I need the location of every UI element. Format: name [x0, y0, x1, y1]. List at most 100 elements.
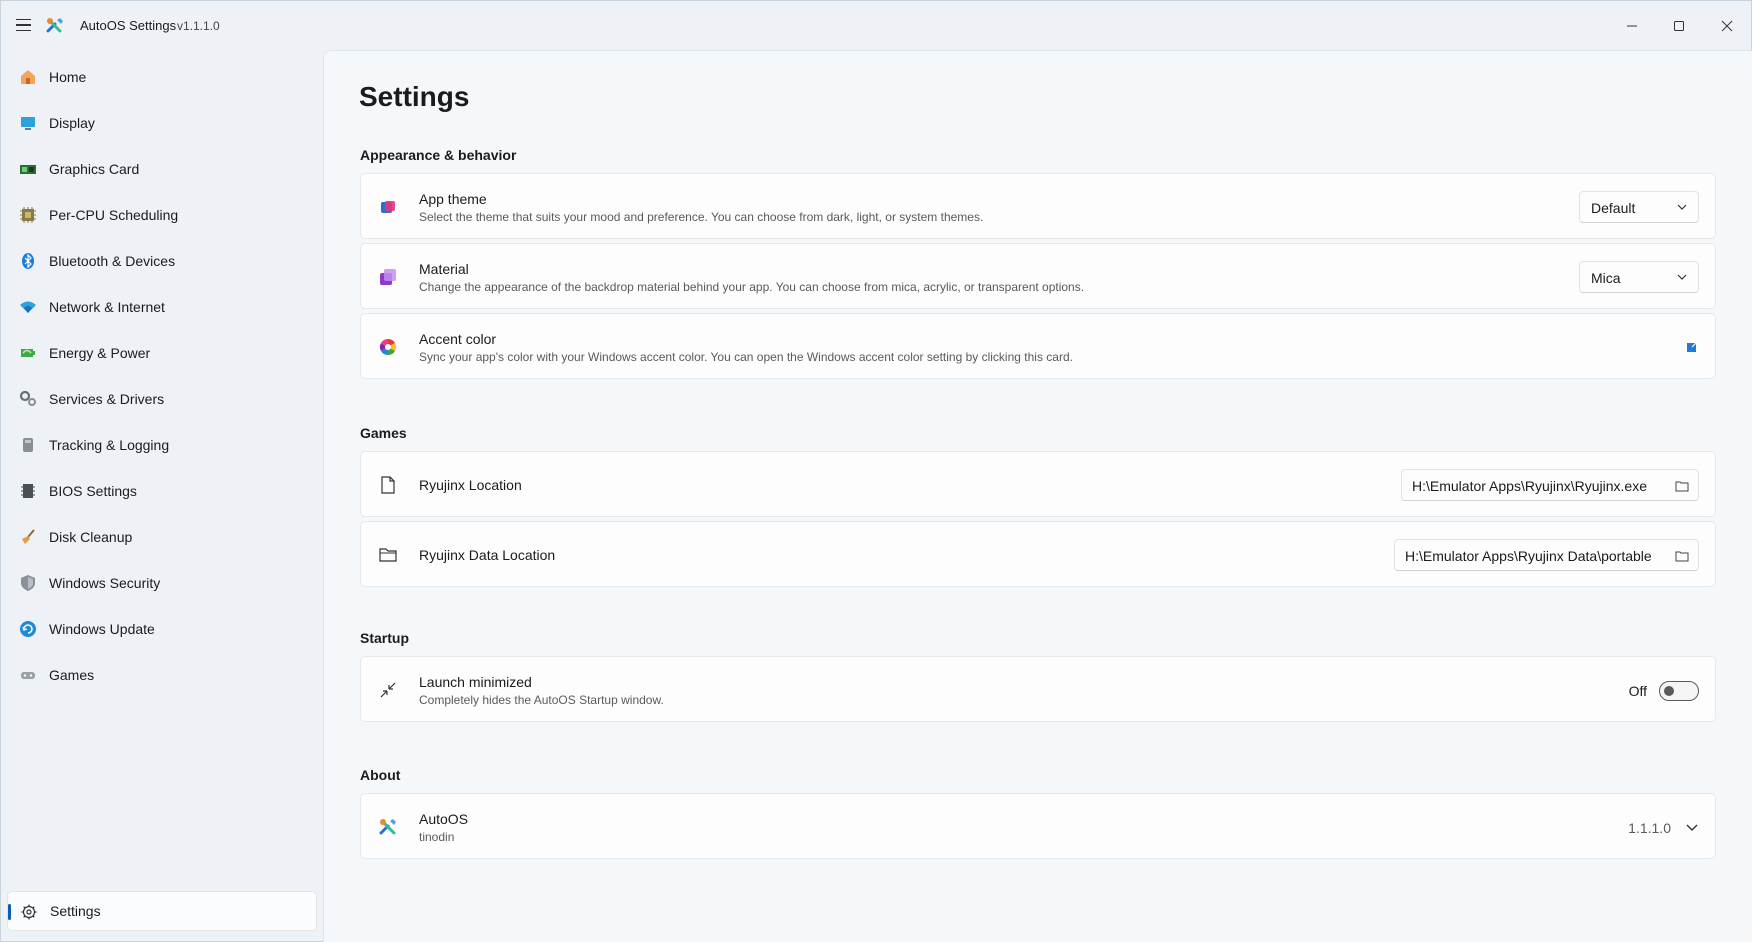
material-title: Material: [419, 261, 469, 277]
folder-icon: [1675, 481, 1689, 492]
accent-color-card[interactable]: Accent color Sync your app's color with …: [360, 313, 1716, 379]
ryujinx-location-card: Ryujinx Location H:\Emulator Apps\Ryujin…: [360, 451, 1716, 517]
folder-icon: [377, 544, 399, 566]
sidebar-item-graphics-card[interactable]: Graphics Card: [7, 149, 317, 189]
material-selected-value: Mica: [1591, 270, 1621, 286]
sidebar-item-label: Energy & Power: [49, 345, 151, 361]
gamepad-icon: [19, 666, 37, 684]
sidebar-item-label: Games: [49, 667, 95, 683]
sidebar-item-label: Disk Cleanup: [49, 529, 133, 545]
sidebar-item-label: Graphics Card: [49, 161, 140, 177]
material-dropdown[interactable]: Mica: [1579, 261, 1699, 293]
accent-color-title: Accent color: [419, 331, 497, 347]
sidebar-item-bluetooth-devices[interactable]: Bluetooth & Devices: [7, 241, 317, 281]
minimize-button[interactable]: [1609, 11, 1655, 41]
sidebar-item-home[interactable]: Home: [7, 57, 317, 97]
sidebar-item-label: Windows Update: [49, 621, 155, 637]
sidebar-item-windows-update[interactable]: Windows Update: [7, 609, 317, 649]
app-theme-dropdown[interactable]: Default: [1579, 191, 1699, 223]
menu-toggle-button[interactable]: [13, 14, 35, 36]
theme-icon: [377, 196, 399, 218]
sidebar: Home Display Graphics Card Per-CPU Sched…: [1, 51, 321, 942]
ryujinx-location-field[interactable]: H:\Emulator Apps\Ryujinx\Ryujinx.exe: [1401, 469, 1699, 501]
section-header-games: Games: [360, 425, 407, 441]
sidebar-item-label: Per-CPU Scheduling: [49, 207, 179, 223]
material-card: Material Change the appearance of the ba…: [360, 243, 1716, 309]
toggle-knob: [1664, 686, 1674, 696]
close-icon: [1721, 20, 1733, 32]
material-icon: [377, 266, 399, 288]
sidebar-item-energy-power[interactable]: Energy & Power: [7, 333, 317, 373]
chip-icon: [19, 482, 37, 500]
maximize-icon: [1674, 21, 1684, 31]
ryujinx-data-location-value: H:\Emulator Apps\Ryujinx Data\portable: [1405, 548, 1652, 564]
autoos-logo-icon: [377, 816, 399, 838]
toggle-state-label: Off: [1628, 683, 1647, 699]
sidebar-item-label: Display: [49, 115, 95, 131]
broom-icon: [19, 528, 37, 546]
sidebar-item-label: Tracking & Logging: [49, 437, 170, 453]
sidebar-item-windows-security[interactable]: Windows Security: [7, 563, 317, 603]
sidebar-item-bios-settings[interactable]: BIOS Settings: [7, 471, 317, 511]
graphics-card-icon: [19, 160, 37, 178]
tracking-icon: [19, 436, 37, 454]
launch-minimized-toggle[interactable]: [1659, 681, 1699, 701]
section-header-appearance: Appearance & behavior: [360, 147, 517, 163]
ryujinx-data-location-card: Ryujinx Data Location H:\Emulator Apps\R…: [360, 521, 1716, 587]
about-version: 1.1.1.0: [1628, 820, 1671, 836]
sidebar-item-display[interactable]: Display: [7, 103, 317, 143]
sidebar-item-per-cpu-scheduling[interactable]: Per-CPU Scheduling: [7, 195, 317, 235]
ryujinx-data-location-title: Ryujinx Data Location: [419, 547, 556, 563]
ryujinx-data-location-field[interactable]: H:\Emulator Apps\Ryujinx Data\portable: [1394, 539, 1699, 571]
bluetooth-icon: [19, 252, 37, 270]
home-icon: [19, 68, 37, 86]
maximize-button[interactable]: [1656, 11, 1702, 41]
sidebar-item-disk-cleanup[interactable]: Disk Cleanup: [7, 517, 317, 557]
close-button[interactable]: [1704, 11, 1750, 41]
launch-minimized-title: Launch minimized: [419, 674, 532, 690]
launch-minimized-card: Launch minimized Completely hides the Au…: [360, 656, 1716, 722]
open-external-icon[interactable]: [1685, 340, 1699, 354]
launch-minimized-description: Completely hides the AutoOS Startup wind…: [419, 693, 664, 707]
sidebar-item-settings[interactable]: Settings: [7, 891, 317, 931]
folder-icon: [1675, 551, 1689, 562]
accent-color-description: Sync your app's color with your Windows …: [419, 350, 1073, 364]
minimize-icon: [1627, 25, 1637, 27]
sidebar-item-label: Settings: [50, 903, 101, 919]
about-author: tinodin: [419, 830, 455, 844]
browse-folder-button[interactable]: [1674, 478, 1690, 494]
app-theme-title: App theme: [419, 191, 487, 207]
app-theme-selected-value: Default: [1591, 200, 1636, 216]
browse-folder-button[interactable]: [1674, 548, 1690, 564]
color-wheel-icon: [377, 336, 399, 358]
gears-icon: [19, 390, 37, 408]
app-window: AutoOS Settings v1.1.1.0 Home Display Gr…: [0, 0, 1752, 942]
sidebar-item-label: Network & Internet: [49, 299, 165, 315]
about-card[interactable]: AutoOS tinodin 1.1.1.0: [360, 793, 1716, 859]
material-description: Change the appearance of the backdrop ma…: [419, 280, 1085, 294]
sidebar-item-games[interactable]: Games: [7, 655, 317, 695]
about-app-name: AutoOS: [419, 811, 469, 827]
section-header-about: About: [360, 767, 401, 783]
ryujinx-location-title: Ryujinx Location: [419, 477, 522, 493]
ryujinx-location-value: H:\Emulator Apps\Ryujinx\Ryujinx.exe: [1412, 478, 1647, 494]
page-title: Settings: [359, 81, 470, 112]
sidebar-item-network-internet[interactable]: Network & Internet: [7, 287, 317, 327]
autoos-logo-icon: [46, 18, 63, 33]
minimize-arrows-icon: [377, 679, 399, 701]
sidebar-item-label: Bluetooth & Devices: [49, 253, 176, 269]
app-title: AutoOS Settings: [80, 18, 177, 33]
app-version: v1.1.1.0: [177, 19, 220, 33]
shield-icon: [19, 574, 37, 592]
settings-page: Settings Appearance & behavior App theme…: [323, 50, 1752, 942]
chevron-down-icon: [1677, 274, 1687, 280]
app-theme-card: App theme Select the theme that suits yo…: [360, 173, 1716, 239]
chevron-down-icon[interactable]: [1685, 820, 1699, 834]
update-icon: [19, 620, 37, 638]
sidebar-item-services-drivers[interactable]: Services & Drivers: [7, 379, 317, 419]
title-bar: AutoOS Settings v1.1.1.0: [1, 1, 1751, 51]
wifi-icon: [19, 298, 37, 316]
app-theme-description: Select the theme that suits your mood an…: [419, 210, 984, 224]
gear-icon: [20, 903, 38, 921]
sidebar-item-tracking-logging[interactable]: Tracking & Logging: [7, 425, 317, 465]
